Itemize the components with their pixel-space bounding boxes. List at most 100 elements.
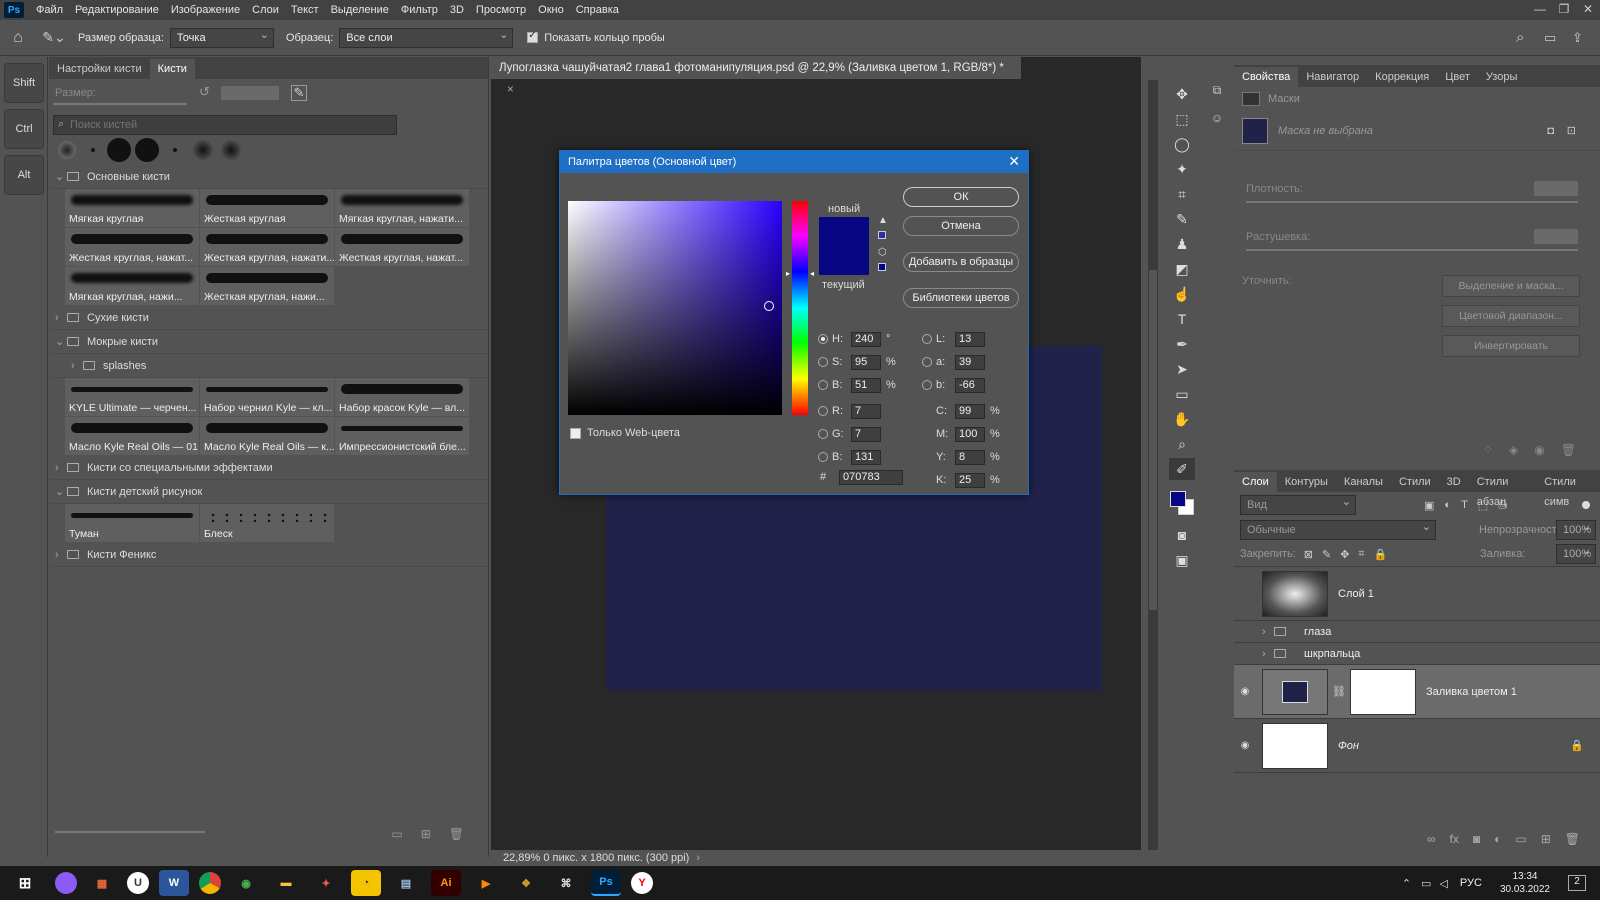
panel-tab[interactable]: Стили абзац (1469, 472, 1536, 508)
eye-icon[interactable]: ◉ (1534, 443, 1544, 457)
brush-preset[interactable]: Жесткая круглая, нажати... (200, 228, 334, 266)
brush-group[interactable]: › Кисти Феникс (49, 543, 488, 567)
brush-preset[interactable]: Туман (65, 504, 199, 542)
layer-row[interactable]: ◉ ⛓ Заливка цветом 1 (1234, 665, 1600, 719)
panel-tab[interactable]: Стили симв (1536, 472, 1600, 508)
cancel-button[interactable]: Отмена (903, 216, 1019, 236)
color-field[interactable] (568, 201, 782, 415)
sample-select[interactable]: Все слои (339, 26, 514, 48)
panel-tab[interactable]: Свойства (1234, 67, 1299, 87)
field-input[interactable]: 100 (955, 426, 985, 442)
pen-tool-icon[interactable]: ✒ (1169, 333, 1195, 355)
app-icon[interactable]: U (127, 872, 149, 894)
brush-preset[interactable]: Жесткая круглая (200, 189, 334, 227)
color-mode-radio[interactable] (818, 452, 828, 462)
panel-tab[interactable]: Настройки кисти (49, 59, 150, 79)
color-mode-radio[interactable] (818, 334, 828, 344)
field-input[interactable]: 131 (851, 449, 881, 465)
file-explorer-icon[interactable]: ▬ (271, 870, 301, 896)
recent-brush[interactable] (173, 148, 177, 152)
brush-group[interactable]: ⌄ Основные кисти (49, 165, 488, 189)
panel-tab[interactable]: Каналы (1336, 472, 1391, 492)
tray-chevron-icon[interactable]: ⌃ (1402, 877, 1411, 890)
magic-wand-tool-icon[interactable]: ✦ (1169, 158, 1195, 180)
type-tool-icon[interactable]: T (1169, 308, 1195, 330)
current-color-preview[interactable] (819, 247, 869, 275)
minimize-icon[interactable]: — (1528, 0, 1552, 20)
color-mode-radio[interactable] (922, 380, 932, 390)
app-icon[interactable]: ✦ (311, 870, 341, 896)
brush-preset[interactable]: Набор чернил Kyle — кл... (200, 378, 334, 416)
fill-field[interactable]: 100% (1556, 542, 1596, 564)
density-slider[interactable] (1246, 201, 1578, 203)
brush-preset[interactable]: Блеск (200, 504, 334, 542)
share-icon[interactable]: ⇪ (1572, 30, 1600, 46)
reset-icon[interactable]: ↺ (199, 84, 210, 100)
brush-preset[interactable]: Жесткая круглая, нажи... (200, 267, 334, 305)
close-icon[interactable]: ✕ (1576, 0, 1600, 20)
brush-group[interactable]: › Кисти со специальными эффектами (49, 456, 488, 480)
eyedropper-tool-icon[interactable]: ✐ (1169, 458, 1195, 480)
modifier-shift-button[interactable]: Shift (4, 63, 44, 103)
hex-input[interactable]: 070783 (839, 469, 903, 485)
layer-row[interactable]: › глаза (1234, 621, 1600, 643)
trash-icon[interactable]: 🗑 (1565, 832, 1580, 846)
chevron-right-icon[interactable]: › (55, 462, 67, 474)
ok-button[interactable]: ОК (903, 187, 1019, 207)
notepad-icon[interactable]: ▤ (391, 870, 421, 896)
chevron-right-icon[interactable]: › (696, 852, 700, 864)
adjust-filter-icon[interactable]: ◐ (1444, 499, 1451, 512)
panel-tab[interactable]: 3D (1439, 472, 1469, 492)
layer-row[interactable]: ◉ Фон 🔒 (1234, 719, 1600, 773)
brush-preset[interactable]: Жесткая круглая, нажат... (65, 228, 199, 266)
smart-filter-icon[interactable]: ⎙ (1498, 499, 1507, 512)
menu-item[interactable]: Изображение (165, 4, 246, 16)
chevron-right-icon[interactable]: › (1262, 626, 1274, 638)
chevron-right-icon[interactable]: › (55, 549, 67, 561)
chain-link-icon[interactable]: ⛓ (1332, 685, 1346, 698)
show-ring-checkbox[interactable] (527, 30, 539, 43)
menu-item[interactable]: Текст (285, 4, 325, 16)
brush-preset[interactable]: Импрессионистский бле... (335, 417, 469, 455)
lock-transparency-icon[interactable]: ⊠ (1304, 548, 1313, 561)
language-indicator[interactable]: РУС (1460, 877, 1482, 889)
load-selection-icon[interactable]: ⁘ (1483, 443, 1493, 457)
web-safe-icon[interactable]: ⬡ (878, 247, 887, 258)
field-input[interactable]: 8 (955, 449, 985, 465)
history-icon[interactable]: ⧉ (1204, 76, 1230, 104)
quick-mask-icon[interactable]: ◙ (1169, 524, 1195, 546)
lock-all-icon[interactable]: 🔒 (1374, 548, 1388, 561)
size-slider[interactable] (53, 103, 187, 105)
brush-group[interactable]: › Сухие кисти (49, 306, 488, 330)
field-input[interactable]: 13 (955, 331, 985, 347)
search-icon[interactable]: ⌕ (1516, 29, 1544, 46)
brush-preset[interactable]: Масло Kyle Real Oils — к... (200, 417, 334, 455)
yandex-browser-icon[interactable]: Y (631, 872, 653, 894)
recent-brush[interactable] (135, 138, 159, 162)
chevron-right-icon[interactable]: › (1262, 648, 1274, 660)
app-icon[interactable] (55, 872, 77, 894)
menu-item[interactable]: Файл (30, 4, 69, 16)
volume-icon[interactable]: ◁ (1439, 877, 1447, 890)
notification-center-icon[interactable]: 2 (1568, 875, 1586, 891)
vector-mask-icon[interactable]: ⊡ (1567, 124, 1576, 137)
lock-pixels-icon[interactable]: ✎ (1322, 548, 1331, 561)
layer-row[interactable]: › шкрпальца (1234, 643, 1600, 665)
layer-row[interactable]: Слой 1 (1234, 567, 1600, 621)
brush-tool-icon[interactable]: ✎ (1169, 208, 1195, 230)
panel-tab[interactable]: Стили (1391, 472, 1439, 492)
field-input[interactable]: 39 (955, 354, 985, 370)
add-mask-icon[interactable]: ◙ (1473, 832, 1480, 846)
new-group-icon[interactable]: ▭ (391, 827, 402, 841)
invert-button[interactable]: Инвертировать (1442, 335, 1580, 357)
app-icon[interactable]: ❖ (511, 870, 541, 896)
field-input[interactable]: 7 (851, 403, 881, 419)
chevron-down-icon[interactable]: ⌄ (55, 485, 67, 498)
windows-start-icon[interactable]: ⊞ (5, 870, 45, 896)
blend-mode-select[interactable]: Обычные (1240, 518, 1436, 540)
field-input[interactable]: 99 (955, 403, 985, 419)
home-icon[interactable]: ⌂ (0, 29, 36, 47)
brush-search-input[interactable] (70, 117, 390, 133)
menu-item[interactable]: Редактирование (69, 4, 165, 16)
select-and-mask-button[interactable]: Выделение и маска... (1442, 275, 1580, 297)
